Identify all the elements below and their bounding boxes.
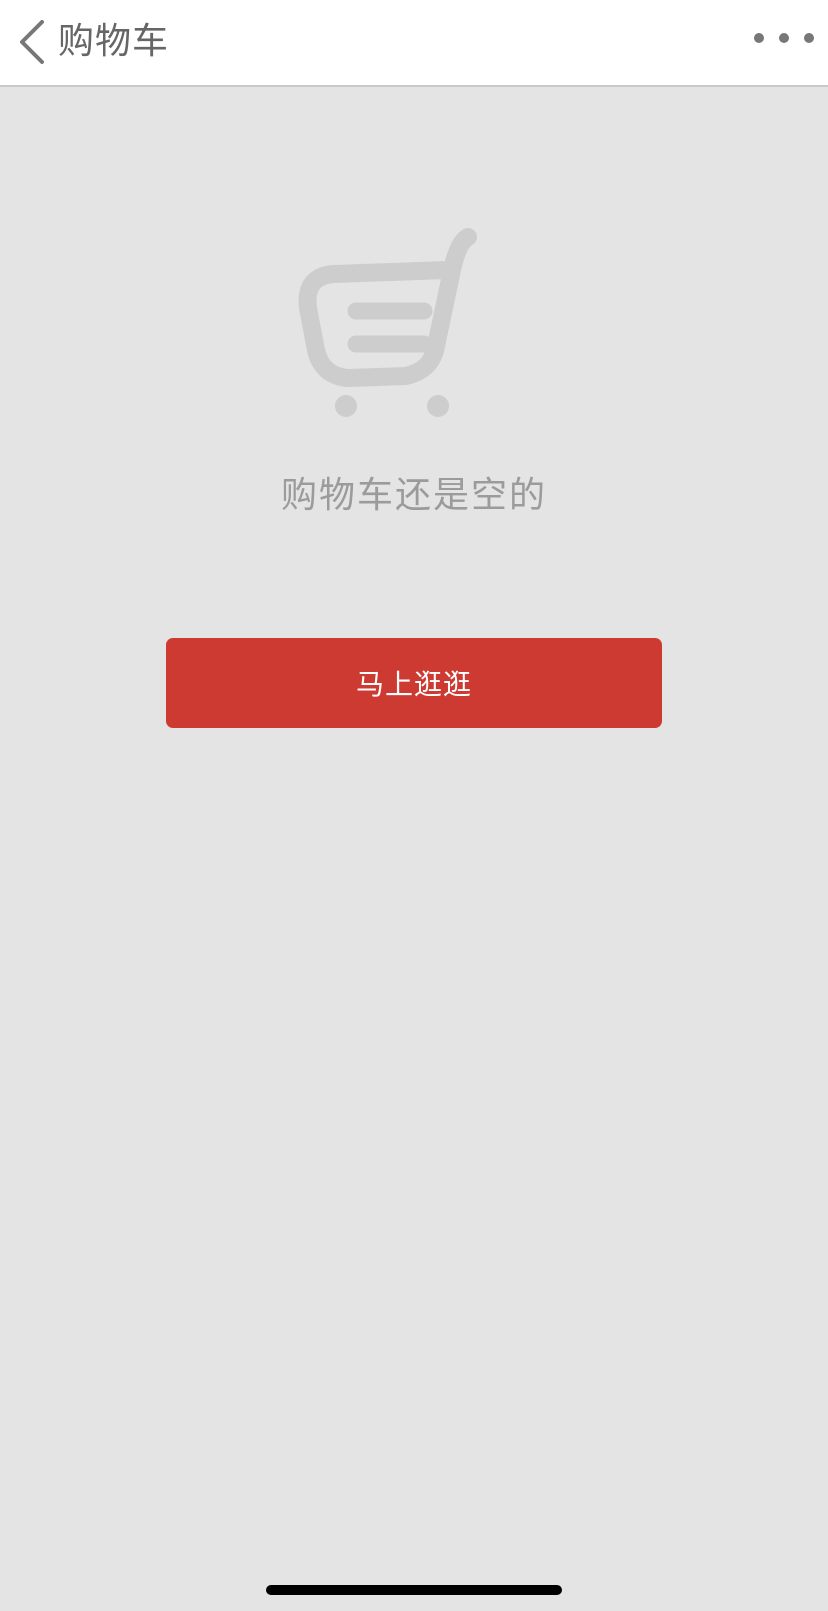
shop-now-button[interactable]: 马上逛逛 [166,638,662,728]
back-button[interactable]: 购物车 [16,14,176,70]
page-title: 购物车 [58,21,170,62]
more-dot-icon [779,33,789,43]
cart-screen: 购物车 购物车还是空的 马上逛逛 [0,0,828,1611]
home-indicator[interactable] [266,1585,562,1595]
shopping-cart-icon [298,228,477,417]
more-options-button[interactable] [754,20,814,56]
more-dot-icon [804,33,814,43]
chevron-left-icon [20,20,44,64]
navigation-bar: 购物车 [0,0,828,87]
empty-cart-message: 购物车还是空的 [280,475,547,516]
more-dot-icon [754,33,764,43]
